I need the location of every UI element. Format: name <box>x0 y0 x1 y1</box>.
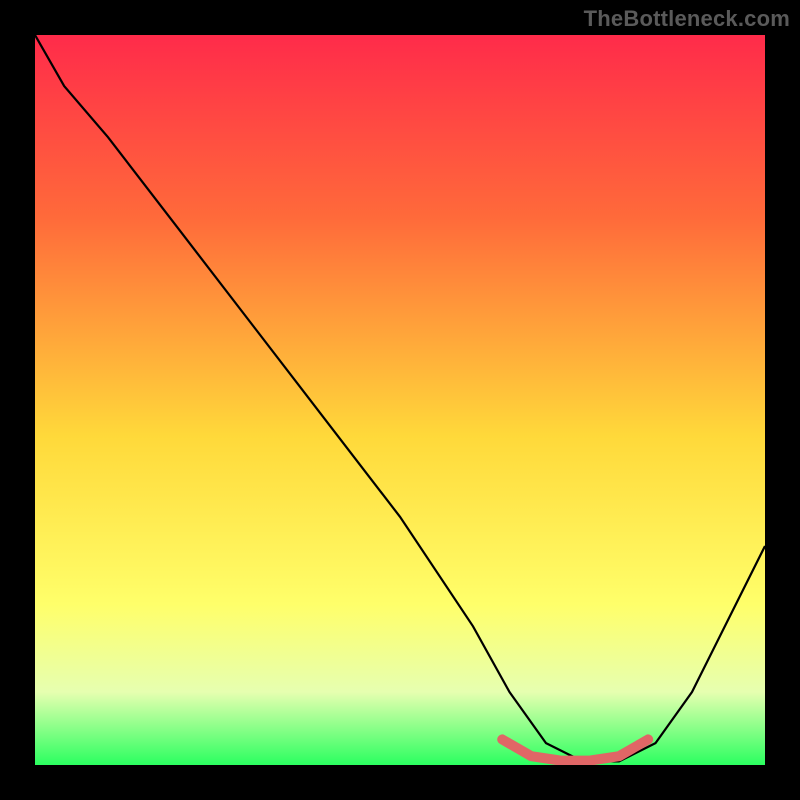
gradient-background <box>35 35 765 765</box>
bottleneck-chart <box>35 35 765 765</box>
watermark-text: TheBottleneck.com <box>584 6 790 32</box>
chart-frame <box>35 35 765 765</box>
